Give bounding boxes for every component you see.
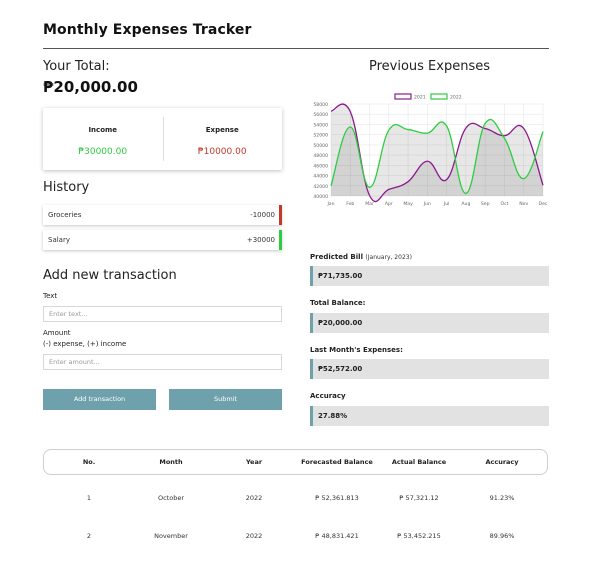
y-tick-label: 58000 bbox=[313, 102, 328, 108]
amount-field-label: Amount bbox=[43, 329, 71, 337]
table-cell: 2022 bbox=[245, 494, 263, 502]
predicted-bill-period: (January, 2023) bbox=[365, 254, 412, 261]
x-tick-label: Jun bbox=[423, 201, 431, 207]
x-tick-label: Mar bbox=[365, 201, 374, 207]
history-item-name: Salary bbox=[48, 236, 70, 244]
total-balance-value: ₱20,000.00 bbox=[310, 313, 549, 333]
table-cell: 2 bbox=[86, 532, 92, 540]
table-cell: 1 bbox=[86, 494, 92, 502]
total-label: Your Total: bbox=[43, 59, 110, 74]
expense-column: Expense ₱10000.00 bbox=[163, 108, 283, 170]
y-tick-label: 54000 bbox=[313, 122, 328, 128]
income-indicator bbox=[279, 230, 282, 250]
x-tick-label: Aug bbox=[461, 201, 470, 207]
table-header-cell: No. bbox=[82, 458, 96, 466]
x-tick-label: Feb bbox=[346, 201, 354, 207]
expense-indicator bbox=[279, 205, 282, 225]
history-item-name: Groceries bbox=[48, 211, 82, 219]
predicted-bill-value: ₱71,735.00 bbox=[310, 266, 549, 286]
expense-value: ₱10000.00 bbox=[197, 147, 247, 157]
previous-expenses-chart: 40000 42000 44000 46000 48000 50000 52000 54000… bbox=[308, 90, 553, 212]
income-expense-card: Income ₱30000.00 Expense ₱10000.00 bbox=[43, 108, 282, 170]
table-cell: ₱ 52,361.813 bbox=[315, 494, 359, 502]
legend-swatch-2021 bbox=[394, 93, 412, 100]
table-cell: November bbox=[154, 532, 188, 540]
table-header-cell: Accuracy bbox=[485, 458, 519, 466]
table-cell: 89.96% bbox=[489, 532, 515, 540]
predicted-bill-heading: Predicted Bill (January, 2023) bbox=[310, 253, 412, 261]
predicted-bill-label: Predicted Bill bbox=[310, 253, 363, 261]
table-cell: ₱ 53,452.215 bbox=[397, 532, 441, 540]
x-tick-label: Dec bbox=[539, 201, 548, 207]
y-tick-label: 50000 bbox=[313, 143, 328, 149]
x-tick-label: Jan bbox=[326, 201, 334, 207]
table-cell: 91.23% bbox=[489, 494, 515, 502]
previous-expenses-title: Previous Expenses bbox=[368, 59, 490, 74]
income-value: ₱30000.00 bbox=[78, 147, 128, 157]
forecast-table-header bbox=[43, 449, 548, 475]
add-transaction-title: Add new transaction bbox=[43, 268, 177, 283]
accuracy-value: 27.88% bbox=[310, 406, 549, 426]
table-cell: ₱ 57,321.12 bbox=[399, 494, 439, 502]
table-cell: ₱ 48,831.421 bbox=[315, 532, 359, 540]
y-tick-label: 56000 bbox=[313, 112, 328, 118]
table-header-cell: Actual Balance bbox=[391, 458, 447, 466]
y-tick-label: 40000 bbox=[313, 194, 328, 200]
history-item[interactable]: Salary +30000 bbox=[43, 230, 282, 250]
legend-label: 2022 bbox=[450, 95, 462, 101]
table-cell: 2022 bbox=[245, 532, 263, 540]
y-tick-label: 48000 bbox=[313, 153, 328, 159]
chart-svg: 40000 42000 44000 46000 48000 50000 52000 54000… bbox=[313, 93, 548, 207]
text-field-label: Text bbox=[43, 292, 58, 300]
income-column: Income ₱30000.00 bbox=[43, 108, 163, 170]
x-tick-label: Jul bbox=[443, 201, 450, 207]
text-input[interactable] bbox=[43, 306, 282, 322]
x-tick-label: Nov bbox=[519, 201, 528, 207]
x-tick-label: Sep bbox=[481, 201, 490, 207]
y-tick-label: 44000 bbox=[313, 174, 328, 180]
y-tick-label: 52000 bbox=[313, 133, 328, 139]
x-tick-label: Apr bbox=[385, 201, 393, 207]
y-tick-label: 42000 bbox=[313, 184, 328, 190]
table-header-cell: Year bbox=[245, 458, 263, 466]
last-month-expenses-value: ₱52,572.00 bbox=[310, 359, 549, 379]
submit-button[interactable]: Submit bbox=[169, 389, 282, 410]
total-value: ₱20,000.00 bbox=[43, 78, 138, 96]
last-month-expenses-label: Last Month's Expenses: bbox=[310, 346, 403, 354]
x-tick-label: May bbox=[403, 201, 413, 207]
amount-field-hint: (-) expense, (+) income bbox=[43, 340, 127, 348]
history-item[interactable]: Groceries -10000 bbox=[43, 205, 282, 225]
total-balance-label: Total Balance: bbox=[310, 299, 366, 307]
table-header-cell: Forecasted Balance bbox=[301, 458, 373, 466]
income-label: Income bbox=[88, 126, 118, 134]
history-item-amount: -10000 bbox=[250, 211, 275, 219]
table-cell: October bbox=[157, 494, 185, 502]
history-item-amount: +30000 bbox=[246, 236, 275, 244]
expense-label: Expense bbox=[205, 126, 239, 134]
add-transaction-button[interactable]: Add transaction bbox=[43, 389, 156, 410]
history-title: History bbox=[43, 180, 90, 195]
legend-swatch-2022 bbox=[430, 93, 448, 100]
amount-input[interactable] bbox=[43, 354, 282, 370]
app-title: Monthly Expenses Tracker bbox=[43, 22, 252, 38]
table-header-cell: Month bbox=[159, 458, 183, 466]
x-tick-label: Oct bbox=[500, 201, 508, 207]
y-tick-label: 46000 bbox=[313, 163, 328, 169]
title-divider bbox=[43, 48, 549, 49]
legend-label: 2021 bbox=[414, 95, 426, 101]
accuracy-label: Accuracy bbox=[310, 392, 346, 400]
